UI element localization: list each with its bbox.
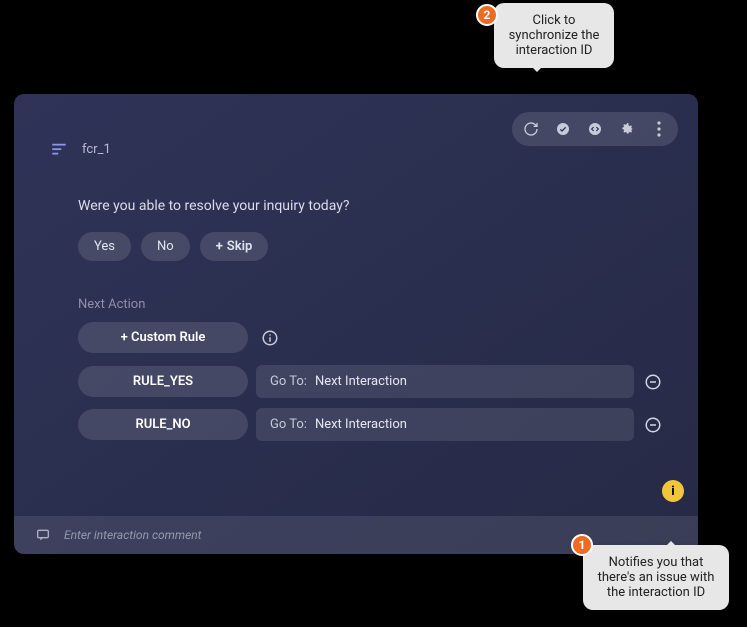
annotation-badge-2: 2 (476, 4, 498, 26)
code-icon[interactable] (582, 116, 608, 142)
rule-action[interactable]: Go To: Next Interaction (256, 408, 634, 441)
annotation-callout-bottom: Notifies you that there's an issue with … (583, 545, 729, 610)
annotation-callout-top: Click to synchronize the interaction ID (494, 3, 614, 68)
comment-placeholder: Enter interaction comment (64, 528, 202, 542)
comment-icon (34, 526, 52, 544)
custom-rule-row: + Custom Rule (78, 322, 664, 353)
rule-row: RULE_YES Go To: Next Interaction (78, 365, 664, 398)
rule-name-badge[interactable]: RULE_YES (78, 366, 248, 397)
rule-action-label: Go To: (270, 417, 307, 432)
rules-area: + Custom Rule RULE_YES Go To: Next Inter… (78, 322, 664, 441)
info-icon[interactable] (260, 328, 280, 348)
more-icon[interactable] (646, 116, 672, 142)
rule-action-label: Go To: (270, 374, 307, 389)
check-circle-icon[interactable] (550, 116, 576, 142)
toolbar (512, 112, 678, 146)
add-custom-rule-button[interactable]: + Custom Rule (78, 322, 248, 353)
warning-badge[interactable]: i (662, 480, 684, 502)
annotation-callout-bottom-text: Notifies you that there's an issue with … (598, 555, 715, 600)
answer-no[interactable]: No (141, 232, 190, 261)
interaction-title: fcr_1 (82, 142, 111, 157)
annotation-badge-1: 1 (571, 534, 593, 556)
rule-action-value: Next Interaction (315, 374, 407, 389)
annotation-badge-1-text: 1 (579, 538, 586, 552)
annotation-callout-top-text: Click to synchronize the interaction ID (509, 13, 600, 58)
plus-icon: + (216, 239, 223, 254)
answer-yes-label: Yes (94, 239, 115, 254)
answer-skip[interactable]: + Skip (200, 232, 269, 261)
refresh-icon[interactable] (518, 116, 544, 142)
warning-glyph: i (671, 484, 674, 499)
add-custom-rule-label: + Custom Rule (121, 330, 206, 345)
rule-name-badge[interactable]: RULE_NO (78, 409, 248, 440)
rule-name-label: RULE_YES (133, 374, 193, 389)
answer-yes[interactable]: Yes (78, 232, 131, 261)
next-action-label: Next Action (78, 297, 674, 312)
remove-rule-icon[interactable] (642, 371, 664, 393)
rule-name-label: RULE_NO (135, 417, 190, 432)
gear-icon[interactable] (614, 116, 640, 142)
answer-no-label: No (157, 239, 174, 254)
remove-rule-icon[interactable] (642, 414, 664, 436)
answer-options: Yes No + Skip (78, 232, 674, 261)
rule-action-value: Next Interaction (315, 417, 407, 432)
interaction-panel: fcr_1 Were you able to resolve your inqu… (14, 94, 698, 554)
answer-skip-label: Skip (227, 239, 253, 254)
rule-row: RULE_NO Go To: Next Interaction (78, 408, 664, 441)
rule-action[interactable]: Go To: Next Interaction (256, 365, 634, 398)
question-text: Were you able to resolve your inquiry to… (78, 198, 674, 214)
annotation-badge-2-text: 2 (484, 8, 491, 22)
segment-icon (48, 138, 70, 160)
